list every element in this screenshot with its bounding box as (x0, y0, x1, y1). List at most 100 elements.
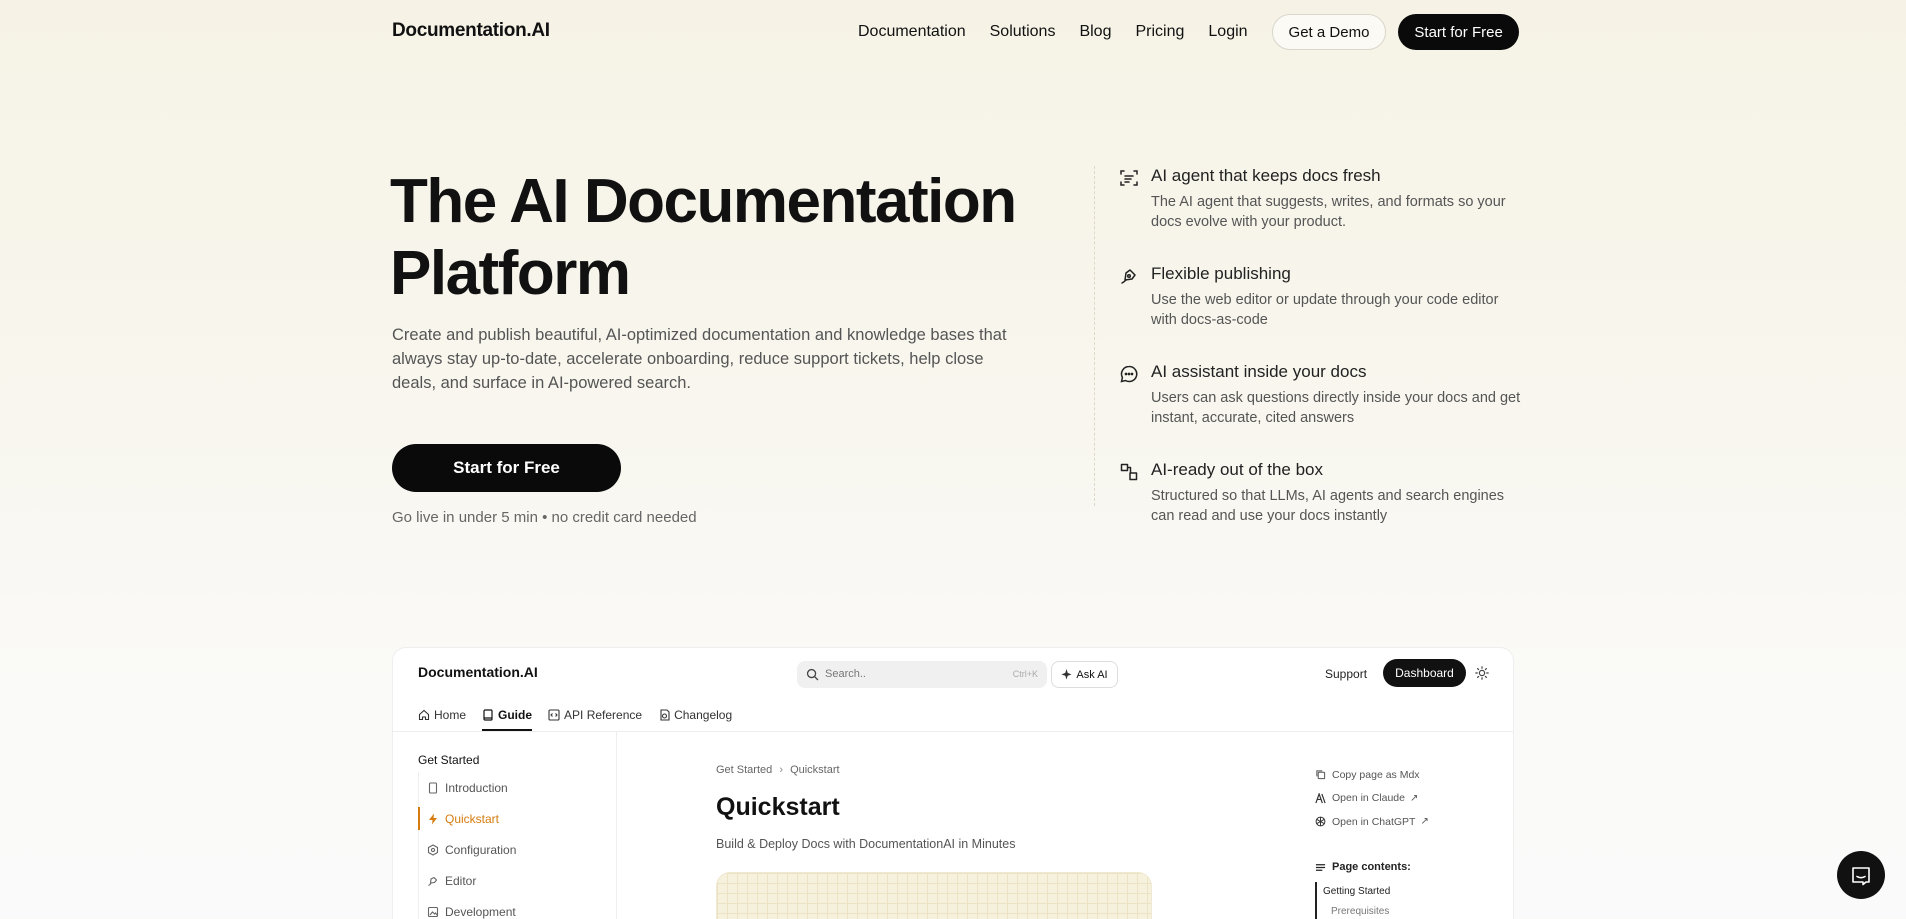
tab-guide[interactable]: Guide (482, 698, 533, 731)
copy-icon (1316, 770, 1326, 780)
scan-text-icon (1120, 170, 1138, 186)
sidebar-item-quickstart[interactable]: Quickstart (418, 803, 608, 834)
page-contents-list: Getting Started Prerequisites (1315, 882, 1390, 919)
sidebar-item-label: Development (445, 904, 516, 919)
page-title: Quickstart (716, 793, 840, 821)
action-label: Open in ChatGPT (1332, 815, 1416, 828)
anthropic-icon (1315, 792, 1326, 804)
image-icon (427, 906, 439, 917)
settings-icon (427, 843, 439, 856)
hero-note: Go live in under 5 min • no credit card … (392, 509, 697, 526)
site-logo[interactable]: Documentation.AI (392, 20, 550, 42)
get-demo-button[interactable]: Get a Demo (1271, 14, 1387, 50)
breadcrumb-item[interactable]: Get Started (716, 764, 772, 776)
top-navigation: Documentation.AI Documentation Solutions… (0, 0, 1906, 64)
chat-launcher-button[interactable] (1837, 851, 1885, 899)
preview-logo: Documentation.AI (418, 664, 538, 680)
feature-description: Users can ask questions directly inside … (1151, 390, 1521, 426)
hero-image-card (716, 872, 1152, 919)
sidebar-item-label: Configuration (445, 842, 517, 857)
sidebar-item-development[interactable]: Development (419, 896, 608, 919)
pen-icon (428, 876, 438, 886)
contents-item[interactable]: Getting Started (1323, 882, 1390, 902)
ask-ai-button[interactable]: Ask AI (1051, 661, 1118, 688)
copy-page-action[interactable]: Copy page as Mdx (1315, 763, 1429, 787)
feature-title: Flexible publishing (1151, 264, 1291, 283)
list-icon (1315, 863, 1326, 871)
code-icon (548, 708, 560, 721)
zap-icon (429, 813, 437, 824)
chevron-right-icon: › (779, 764, 783, 776)
feature-description: Structured so that LLMs, AI agents and s… (1151, 488, 1505, 524)
divider (393, 731, 1513, 732)
preview-search-input[interactable]: Search.. Ctrl+K (797, 661, 1047, 688)
sun-icon[interactable] (1475, 666, 1489, 680)
tab-api-reference[interactable]: API Reference (548, 698, 642, 731)
nav-links: Documentation Solutions Blog Pricing Log… (858, 14, 1519, 50)
nav-link-blog[interactable]: Blog (1079, 23, 1111, 41)
sidebar-item-introduction[interactable]: Introduction (419, 772, 608, 803)
home-icon (418, 709, 430, 720)
tab-label: API Reference (564, 707, 643, 722)
sidebar-item-label: Introduction (445, 780, 508, 795)
preview-sidebar: Introduction Quickstart Configuration Ed… (418, 772, 608, 919)
openai-icon (1315, 816, 1326, 827)
book-icon (483, 708, 493, 721)
hero-title-line-2: Platform (390, 239, 631, 308)
tab-label: Changelog (674, 707, 733, 722)
feature-title: AI agent that keeps docs fresh (1151, 166, 1381, 185)
page-subtitle: Build & Deploy Docs with DocumentationAI… (716, 837, 1016, 851)
breadcrumb-item: Quickstart (790, 764, 840, 776)
chat-icon (1852, 867, 1870, 886)
nav-link-pricing[interactable]: Pricing (1135, 23, 1184, 41)
nav-link-solutions[interactable]: Solutions (990, 23, 1056, 41)
search-shortcut: Ctrl+K (1012, 669, 1038, 679)
contents-item[interactable]: Prerequisites (1323, 902, 1390, 919)
hero-description: Create and publish beautiful, AI-optimiz… (392, 326, 1007, 392)
tab-label: Home (434, 707, 467, 722)
hero-title-line-1: The AI Documentation (390, 167, 1017, 236)
external-link-icon: ↗ (1409, 792, 1419, 804)
sparkle-icon (1061, 669, 1072, 680)
nav-link-login[interactable]: Login (1208, 23, 1247, 41)
divider (616, 732, 617, 919)
feature-title: AI-ready out of the box (1151, 460, 1323, 479)
tab-home[interactable]: Home (418, 698, 466, 731)
start-free-hero-button[interactable]: Start for Free (392, 444, 621, 492)
sidebar-item-label: Quickstart (445, 811, 500, 826)
preview-tabs: Home Guide API Reference Changelog (418, 698, 748, 731)
tab-changelog[interactable]: Changelog (658, 698, 732, 731)
sidebar-item-configuration[interactable]: Configuration (419, 834, 608, 865)
file-icon (428, 781, 438, 794)
sidebar-item-label: Editor (445, 873, 477, 888)
feature-description: The AI agent that suggests, writes, and … (1151, 194, 1506, 230)
dashboard-button[interactable]: Dashboard (1383, 659, 1466, 687)
chat-bubble-icon (1120, 365, 1138, 383)
open-claude-action[interactable]: Open in Claude ↗ (1315, 787, 1429, 811)
sidebar-heading: Get Started (418, 753, 480, 767)
feature-description: Use the web editor or update through you… (1151, 292, 1499, 328)
contents-heading-label: Page contents: (1332, 861, 1411, 873)
sidebar-item-editor[interactable]: Editor (419, 865, 608, 896)
action-label: Open in Claude (1332, 792, 1405, 805)
action-label: Copy page as Mdx (1332, 768, 1420, 781)
support-link[interactable]: Support (1325, 667, 1367, 681)
search-icon (806, 668, 819, 681)
ask-ai-label: Ask AI (1076, 668, 1108, 681)
blocks-icon (1120, 463, 1138, 481)
start-free-nav-button[interactable]: Start for Free (1398, 14, 1519, 50)
feature-title: AI assistant inside your docs (1151, 362, 1367, 381)
open-chatgpt-action[interactable]: Open in ChatGPT ↗ (1315, 810, 1429, 834)
external-link-icon: ↗ (1420, 816, 1429, 828)
tab-label: Guide (498, 707, 533, 722)
history-icon (660, 708, 670, 721)
search-placeholder: Search.. (825, 668, 866, 680)
pen-tool-icon (1121, 269, 1136, 284)
hero-title: The AI Documentation Platform (390, 166, 1030, 310)
breadcrumb: Get Started › Quickstart (716, 764, 840, 776)
page-actions: Copy page as Mdx Open in Claude ↗ Open i… (1315, 763, 1429, 834)
feature-list: AI agent that keeps docs fresh The AI ag… (1094, 166, 1520, 524)
product-preview: Documentation.AI Search.. Ctrl+K Ask AI … (392, 647, 1514, 919)
page-contents-heading: Page contents: (1315, 861, 1411, 873)
nav-link-documentation[interactable]: Documentation (858, 23, 966, 41)
